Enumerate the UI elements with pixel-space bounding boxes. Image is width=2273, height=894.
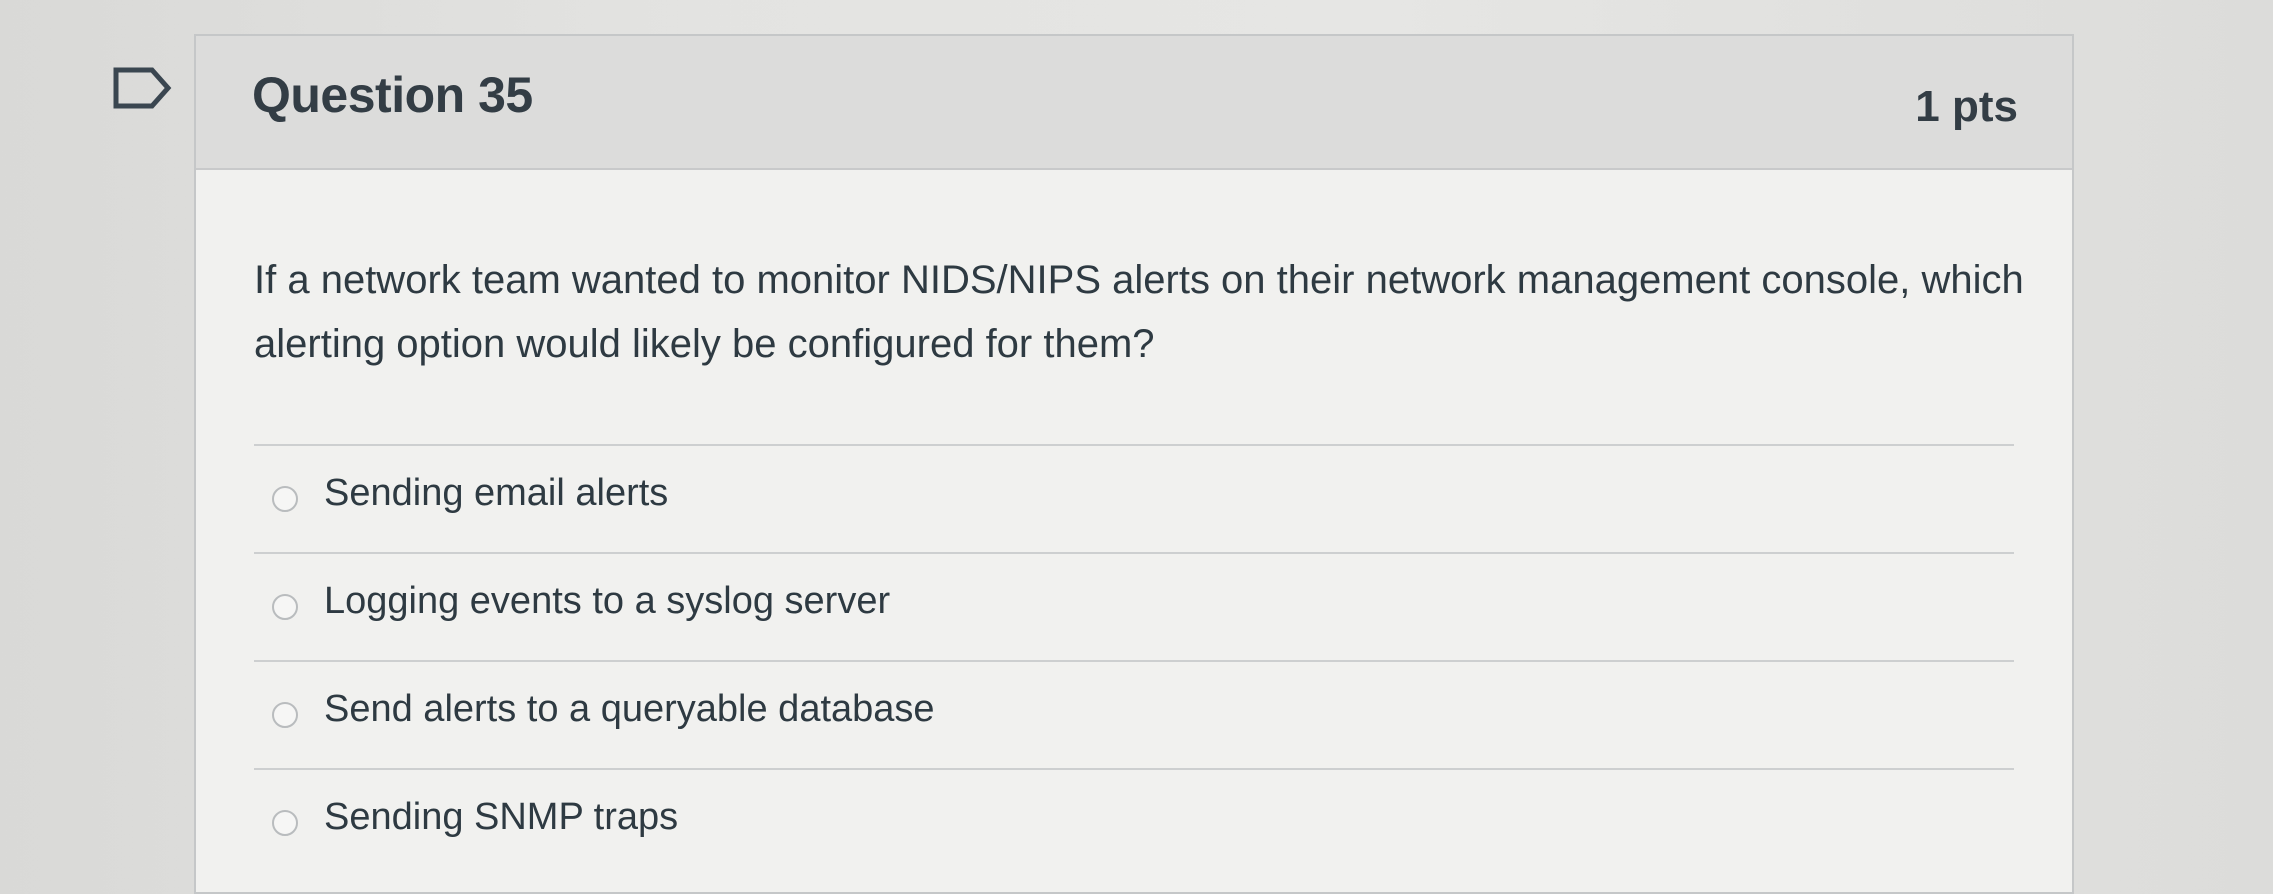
answer-option[interactable]: Sending SNMP traps <box>254 768 2014 876</box>
answer-label[interactable]: Sending SNMP traps <box>324 796 678 839</box>
question-text: If a network team wanted to monitor NIDS… <box>254 258 2024 366</box>
answer-option[interactable]: Logging events to a syslog server <box>254 552 2014 660</box>
answer-label[interactable]: Sending email alerts <box>324 472 668 515</box>
question-points: 1 pts <box>1915 82 2018 131</box>
question-card: Question 35 1 pts If a network team want… <box>194 34 2074 894</box>
answer-label[interactable]: Send alerts to a queryable database <box>324 688 935 731</box>
answer-option[interactable]: Sending email alerts <box>254 444 2014 552</box>
question-header: Question 35 1 pts <box>196 36 2072 170</box>
radio-button[interactable] <box>272 594 298 620</box>
answer-option[interactable]: Send alerts to a queryable database <box>254 660 2014 768</box>
radio-button[interactable] <box>272 486 298 512</box>
answer-label[interactable]: Logging events to a syslog server <box>324 580 890 623</box>
radio-button[interactable] <box>272 702 298 728</box>
answer-list: Sending email alerts Logging events to a… <box>254 444 2014 876</box>
radio-button[interactable] <box>272 810 298 836</box>
flag-question-icon[interactable] <box>112 66 174 110</box>
question-title: Question 35 <box>252 67 533 123</box>
